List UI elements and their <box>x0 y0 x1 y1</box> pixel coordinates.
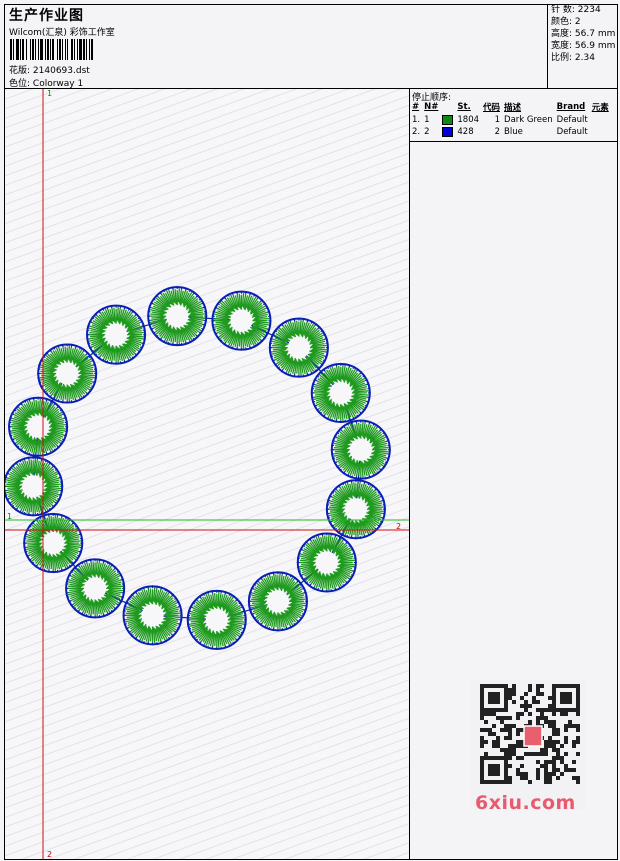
panel-divider <box>409 89 410 859</box>
design-stats: 针 数: 2234 颜色: 2 高度: 56.7 mm 宽度: 56.9 mm … <box>547 4 619 88</box>
satin-circle-motif <box>37 343 98 404</box>
stat-colors: 颜色: 2 <box>551 17 581 27</box>
satin-circle-motif <box>296 532 357 593</box>
design-file-name: 2140693.dst <box>32 66 90 76</box>
axis-label-green-top: 1 <box>47 89 52 98</box>
company-name: Wilcom(汇泉) 彩饰工作室 <box>9 28 115 38</box>
satin-circle-motif <box>86 304 147 365</box>
header: 生产作业图 Wilcom(汇泉) 彩饰工作室 花版: 2140693.dst 色… <box>4 4 547 89</box>
color-table-header: # N# St. 代码 描述 Brand 元素 <box>412 102 609 113</box>
axis-label-red-bottom: 2 <box>47 850 52 859</box>
stat-scale: 比例: 2.34 <box>551 53 595 63</box>
satin-circle-motif <box>247 571 308 632</box>
color-swatch-green <box>442 114 454 125</box>
stat-stitches: 针 数: 2234 <box>551 5 601 15</box>
design-canvas: 1 1 2 2 <box>5 89 409 859</box>
barcode <box>10 39 145 60</box>
axis-label-green-left: 1 <box>7 512 12 521</box>
stop-sequence-panel: 停止顺序: # N# St. 代码 描述 Brand 元素 1. 1 1804 … <box>410 89 618 142</box>
satin-circle-motif <box>122 585 183 646</box>
page-title: 生产作业图 <box>9 8 84 24</box>
satin-circle-motif <box>330 419 391 480</box>
watermark-text: 6xiu.com <box>475 792 576 814</box>
satin-circle-motif <box>65 558 126 619</box>
satin-circle-motif <box>8 396 69 457</box>
color-table: # N# St. 代码 描述 Brand 元素 1. 1 1804 1 Dark… <box>411 101 612 138</box>
qr-code-icon <box>480 684 580 784</box>
design-label: 花版: <box>9 66 31 76</box>
satin-circle-motif <box>23 513 84 574</box>
design-file-line: 花版: 2140693.dst <box>9 63 90 76</box>
color-row: 2. 2 428 2 Blue Default <box>412 126 588 137</box>
color-swatch-blue <box>442 126 454 137</box>
satin-circle-motif <box>310 362 371 423</box>
stat-height: 高度: 56.7 mm <box>551 29 616 39</box>
embroidery-preview: 1 1 2 2 <box>5 89 409 859</box>
satin-circle-motif <box>147 286 208 347</box>
stat-width: 宽度: 56.9 mm <box>551 41 616 51</box>
satin-circle-motif <box>268 317 329 378</box>
axis-label-red-right: 2 <box>396 522 401 531</box>
satin-circle-motif <box>211 290 272 351</box>
color-row: 1. 1 1804 1 Dark Green Default <box>412 114 588 125</box>
satin-circle-motif <box>186 589 247 650</box>
satin-circle-motif <box>5 456 64 517</box>
qr-code <box>470 680 586 810</box>
